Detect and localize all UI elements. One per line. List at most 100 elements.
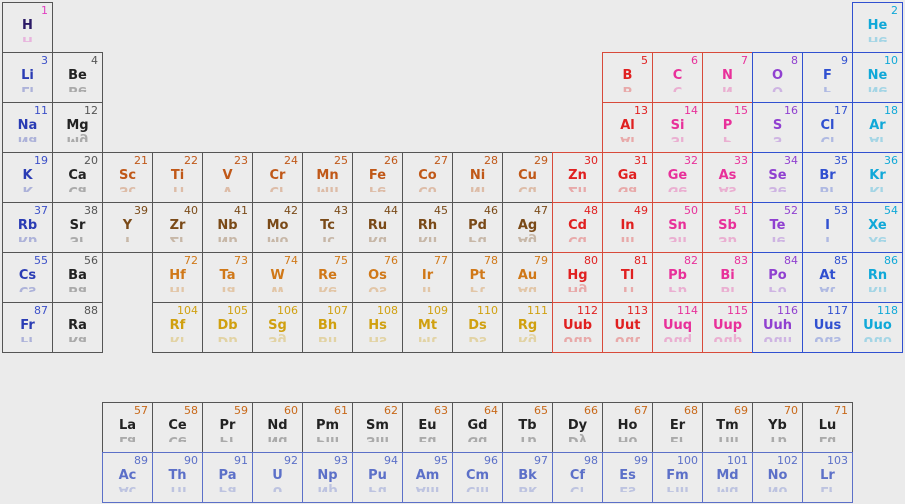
element-k[interactable]: 19 K K (2, 152, 53, 203)
element-fm[interactable]: 100 Fm Fm (652, 452, 703, 503)
element-co[interactable]: 27 Co Co (402, 152, 453, 203)
element-c[interactable]: 6CC (652, 52, 703, 103)
element-sm[interactable]: 62 Sm Sm (352, 402, 403, 453)
element-ce[interactable]: 58 Ce Ce (152, 402, 203, 453)
element-nb[interactable]: 41 Nb Nb (202, 202, 253, 253)
element-eu[interactable]: 63 Eu Eu (402, 402, 453, 453)
element-au[interactable]: 79 Au Au (502, 252, 553, 303)
element-na[interactable]: 11 Na Na (2, 102, 53, 153)
element-cm[interactable]: 96 Cm Cm (452, 452, 503, 503)
element-uuh[interactable]: 116 Uuh Uuh (752, 302, 803, 353)
element-la[interactable]: 57 La La (102, 402, 153, 453)
element-xe[interactable]: 54 Xe Xe (852, 202, 903, 253)
element-md[interactable]: 101 Md Md (702, 452, 753, 503)
element-rf[interactable]: 104 Rf Rf (152, 302, 203, 353)
element-b[interactable]: 5BB (602, 52, 653, 103)
element-cd[interactable]: 48 Cd Cd (552, 202, 603, 253)
element-mg[interactable]: 12 Mg Mg (52, 102, 103, 153)
element-pt[interactable]: 78 Pt Pt (452, 252, 503, 303)
element-cs[interactable]: 55 Cs Cs (2, 252, 53, 303)
element-hg[interactable]: 80 Hg Hg (552, 252, 603, 303)
element-np[interactable]: 93 Np Np (302, 452, 353, 503)
element-he[interactable]: 2 He He (852, 2, 903, 53)
element-pm[interactable]: 61 Pm Pm (302, 402, 353, 453)
element-nd[interactable]: 60 Nd Nd (252, 402, 303, 453)
element-ds[interactable]: 110 Ds Ds (452, 302, 503, 353)
element-as[interactable]: 33 As As (702, 152, 753, 203)
element-tb[interactable]: 65 Tb Tb (502, 402, 553, 453)
element-tc[interactable]: 43 Tc Tc (302, 202, 353, 253)
element-pu[interactable]: 94 Pu Pu (352, 452, 403, 503)
element-o[interactable]: 8OO (752, 52, 803, 103)
element-ta[interactable]: 73 Ta Ta (202, 252, 253, 303)
element-uup[interactable]: 115 Uup Uup (702, 302, 753, 353)
element-ba[interactable]: 56 Ba Ba (52, 252, 103, 303)
element-cl[interactable]: 17 Cl Cl (802, 102, 853, 153)
element-h[interactable]: 1HH (2, 2, 53, 53)
element-tl[interactable]: 81 Tl Tl (602, 252, 653, 303)
element-cr[interactable]: 24 Cr Cr (252, 152, 303, 203)
element-zr[interactable]: 40 Zr Zr (152, 202, 203, 253)
element-ca[interactable]: 20 Ca Ca (52, 152, 103, 203)
element-lu[interactable]: 71 Lu Lu (802, 402, 853, 453)
element-cf[interactable]: 98 Cf Cf (552, 452, 603, 503)
element-uus[interactable]: 117 Uus Uus (802, 302, 853, 353)
element-n[interactable]: 7NN (702, 52, 753, 103)
element-se[interactable]: 34 Se Se (752, 152, 803, 203)
element-rh[interactable]: 45 Rh Rh (402, 202, 453, 253)
element-ar[interactable]: 18 Ar Ar (852, 102, 903, 153)
element-zn[interactable]: 30 Zn Zn (552, 152, 603, 203)
element-sb[interactable]: 51 Sb Sb (702, 202, 753, 253)
element-ra[interactable]: 88 Ra Ra (52, 302, 103, 353)
element-p[interactable]: 15 P P (702, 102, 753, 153)
element-rb[interactable]: 37 Rb Rb (2, 202, 53, 253)
element-sc[interactable]: 21 Sc Sc (102, 152, 153, 203)
element-hf[interactable]: 72 Hf Hf (152, 252, 203, 303)
element-rg[interactable]: 111 Rg Rg (502, 302, 553, 353)
element-ho[interactable]: 67 Ho Ho (602, 402, 653, 453)
element-rn[interactable]: 86 Rn Rn (852, 252, 903, 303)
element-in[interactable]: 49 In In (602, 202, 653, 253)
element-bk[interactable]: 97 Bk Bk (502, 452, 553, 503)
element-os[interactable]: 76 Os Os (352, 252, 403, 303)
element-db[interactable]: 105 Db Db (202, 302, 253, 353)
element-br[interactable]: 35 Br Br (802, 152, 853, 203)
element-fe[interactable]: 26 Fe Fe (352, 152, 403, 203)
element-lr[interactable]: 103 Lr Lr (802, 452, 853, 503)
element-f[interactable]: 9FF (802, 52, 853, 103)
element-bi[interactable]: 83 Bi Bi (702, 252, 753, 303)
element-fr[interactable]: 87 Fr Fr (2, 302, 53, 353)
element-mn[interactable]: 25 Mn Mn (302, 152, 353, 203)
element-sg[interactable]: 106 Sg Sg (252, 302, 303, 353)
element-uut[interactable]: 113 Uut Uut (602, 302, 653, 353)
element-po[interactable]: 84 Po Po (752, 252, 803, 303)
element-uuo[interactable]: 118 Uuo Uuo (852, 302, 903, 353)
element-ge[interactable]: 32 Ge Ge (652, 152, 703, 203)
element-i[interactable]: 53 I I (802, 202, 853, 253)
element-at[interactable]: 85 At At (802, 252, 853, 303)
element-no[interactable]: 102 No No (752, 452, 803, 503)
element-ir[interactable]: 77 Ir Ir (402, 252, 453, 303)
element-w[interactable]: 74 W W (252, 252, 303, 303)
element-cu[interactable]: 29 Cu Cu (502, 152, 553, 203)
element-th[interactable]: 90 Th Th (152, 452, 203, 503)
element-pa[interactable]: 91 Pa Pa (202, 452, 253, 503)
element-ne[interactable]: 10 Ne Ne (852, 52, 903, 103)
element-uuq[interactable]: 114 Uuq Uuq (652, 302, 703, 353)
element-be[interactable]: 4 Be Be (52, 52, 103, 103)
element-pb[interactable]: 82 Pb Pb (652, 252, 703, 303)
element-tm[interactable]: 69 Tm Tm (702, 402, 753, 453)
element-mt[interactable]: 109 Mt Mt (402, 302, 453, 353)
element-am[interactable]: 95 Am Am (402, 452, 453, 503)
element-sr[interactable]: 38 Sr Sr (52, 202, 103, 253)
element-pd[interactable]: 46 Pd Pd (452, 202, 503, 253)
element-yb[interactable]: 70 Yb Yb (752, 402, 803, 453)
element-er[interactable]: 68 Er Er (652, 402, 703, 453)
element-hs[interactable]: 108 Hs Hs (352, 302, 403, 353)
element-ga[interactable]: 31 Ga Ga (602, 152, 653, 203)
element-y[interactable]: 39 Y Y (102, 202, 153, 253)
element-gd[interactable]: 64 Gd Gd (452, 402, 503, 453)
element-sn[interactable]: 50 Sn Sn (652, 202, 703, 253)
element-v[interactable]: 23 V V (202, 152, 253, 203)
element-li[interactable]: 3 Li Li (2, 52, 53, 103)
